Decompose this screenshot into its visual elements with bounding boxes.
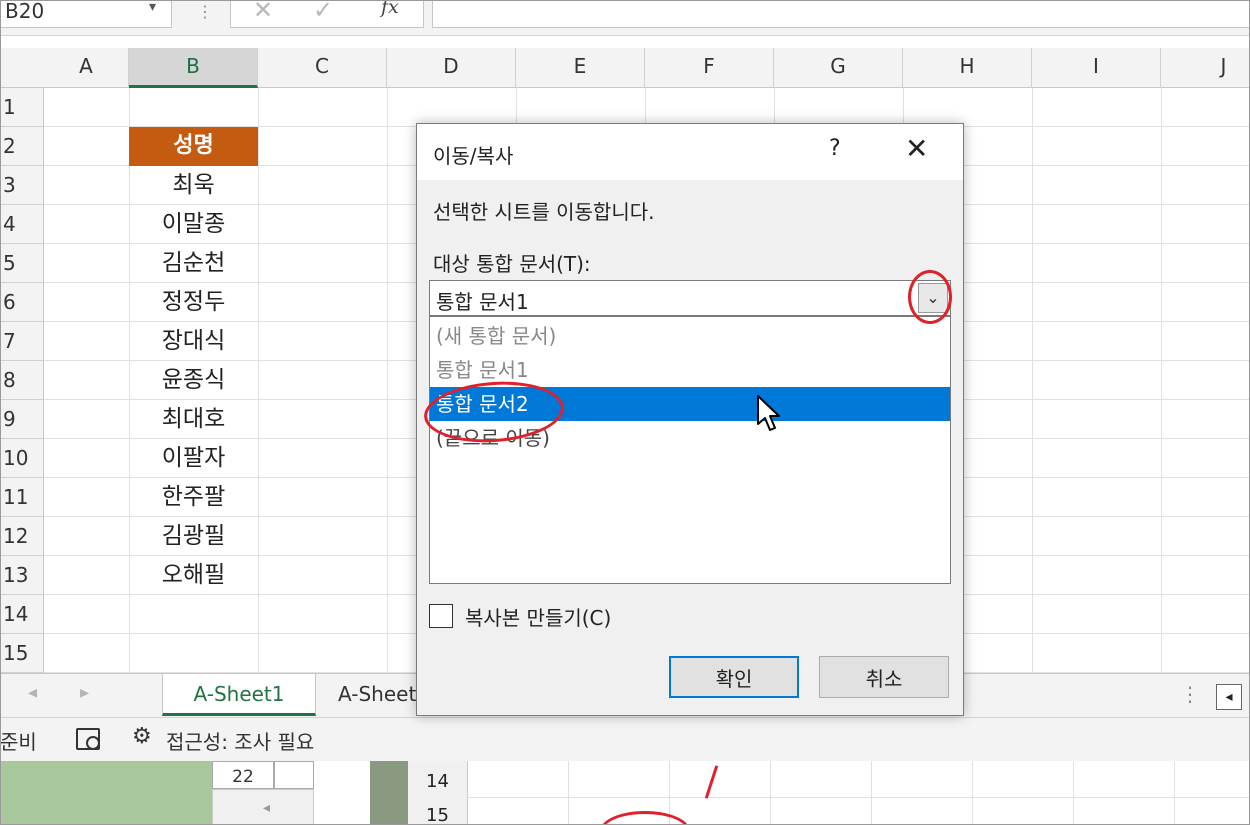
row-header-11[interactable]: 11 — [0, 478, 44, 517]
cancel-entry-icon[interactable]: ✕ — [253, 0, 273, 24]
row-header-13[interactable]: 13 — [0, 556, 44, 595]
formula-input[interactable] — [432, 0, 1250, 28]
target-workbook-value: 통합 문서1 — [436, 290, 529, 314]
background-row-headers: 14 15 — [408, 761, 468, 825]
background-row-14: 14 — [426, 771, 449, 792]
grid-line — [1032, 88, 1033, 673]
formula-bar: B20 ▾ ⋮ ✕ ✓ fx — [0, 0, 1250, 36]
row-header-6[interactable]: 6 — [0, 283, 44, 322]
sheet-nav-next-icon[interactable]: ▸ — [80, 682, 89, 703]
row-header-4[interactable]: 4 — [0, 205, 44, 244]
background-grid-line — [468, 797, 1250, 798]
background-green-area — [0, 761, 212, 825]
cell-b13[interactable]: 오해필 — [129, 556, 258, 595]
create-copy-label[interactable]: 복사본 만들기(C) — [465, 602, 611, 631]
row-header-5[interactable]: 5 — [0, 244, 44, 283]
row-header-15[interactable]: 15 — [0, 634, 44, 673]
annotation-circle-dropdown — [908, 270, 952, 324]
macro-recording-icon[interactable] — [76, 728, 100, 750]
ok-button[interactable]: 확인 — [669, 656, 799, 698]
row-header-7[interactable]: 7 — [0, 322, 44, 361]
cell-b4[interactable]: 이말종 — [129, 205, 258, 244]
column-header-i[interactable]: I — [1032, 48, 1161, 88]
cell-b5[interactable]: 김순천 — [129, 244, 258, 283]
row-header-14[interactable]: 14 — [0, 595, 44, 634]
row-header-10[interactable]: 10 — [0, 439, 44, 478]
cell-b12[interactable]: 김광필 — [129, 517, 258, 556]
row-header-3[interactable]: 3 — [0, 166, 44, 205]
name-box-dropdown-icon[interactable]: ▾ — [149, 0, 156, 14]
column-header-h[interactable]: H — [903, 48, 1032, 88]
column-header-g[interactable]: G — [774, 48, 903, 88]
background-cell-empty — [274, 761, 314, 789]
grid-line — [387, 88, 388, 673]
column-header-f[interactable]: F — [645, 48, 774, 88]
grid-line — [258, 88, 259, 673]
name-box[interactable]: B20 ▾ — [0, 0, 172, 28]
column-header-d[interactable]: D — [387, 48, 516, 88]
cell-b8[interactable]: 윤종식 — [129, 361, 258, 400]
row-header-12[interactable]: 12 — [0, 517, 44, 556]
column-header-e[interactable]: E — [516, 48, 645, 88]
confirm-entry-icon[interactable]: ✓ — [313, 0, 333, 24]
close-icon[interactable]: ✕ — [905, 132, 928, 165]
accessibility-status[interactable]: 접근성: 조사 필요 — [166, 726, 314, 755]
status-bar: 준비 ⚙ 접근성: 조사 필요 — [0, 717, 1250, 761]
dialog-titlebar[interactable]: 이동/복사 ? ✕ — [417, 124, 963, 180]
create-copy-checkbox[interactable] — [429, 604, 453, 628]
formula-bar-buttons: ✕ ✓ fx — [230, 0, 424, 28]
dialog-title: 이동/복사 — [433, 144, 514, 168]
background-window: 22 ◂ 14 15 — [0, 761, 1250, 825]
cancel-button[interactable]: 취소 — [819, 656, 949, 698]
column-header-a[interactable]: A — [44, 48, 129, 88]
target-workbook-select[interactable]: 통합 문서1 ⌄ — [429, 280, 951, 316]
list-item-new-workbook[interactable]: (새 통합 문서) — [430, 319, 950, 353]
cell-b2-header[interactable]: 성명 — [129, 127, 258, 166]
background-row-15: 15 — [426, 805, 449, 825]
cell-b10[interactable]: 이팔자 — [129, 439, 258, 478]
dialog-description: 선택한 시트를 이동합니다. — [433, 200, 655, 224]
row-header-8[interactable]: 8 — [0, 361, 44, 400]
row-header-1[interactable]: 1 — [0, 88, 44, 127]
insert-function-icon[interactable]: fx — [381, 0, 399, 18]
column-header-b[interactable]: B — [129, 48, 258, 88]
name-box-value: B20 — [5, 0, 45, 23]
background-dark-strip — [370, 761, 408, 825]
sheet-tab-a-sheet1[interactable]: A-Sheet1 — [162, 674, 316, 716]
row-header-9[interactable]: 9 — [0, 400, 44, 439]
column-header-c[interactable]: C — [258, 48, 387, 88]
column-header-j[interactable]: J — [1161, 48, 1250, 88]
cell-b3[interactable]: 최욱 — [129, 166, 258, 205]
row-header-2[interactable]: 2 — [0, 127, 44, 166]
cell-b7[interactable]: 장대식 — [129, 322, 258, 361]
background-grid — [468, 761, 1250, 825]
cell-b9[interactable]: 최대호 — [129, 400, 258, 439]
scroll-left-icon[interactable]: ◂ — [1216, 684, 1242, 710]
target-workbook-list[interactable]: (새 통합 문서) 통합 문서1 통합 문서2 (끝으로 이동) — [429, 316, 951, 584]
tab-split-grip-icon[interactable]: ⋮ — [1180, 682, 1200, 706]
grid-line — [1161, 88, 1162, 673]
status-ready: 준비 — [0, 730, 37, 754]
formula-bar-grip-icon[interactable]: ⋮ — [197, 2, 213, 21]
target-workbook-label: 대상 통합 문서(T): — [433, 252, 591, 276]
cell-b11[interactable]: 한주팔 — [129, 478, 258, 517]
help-icon[interactable]: ? — [829, 136, 841, 161]
mouse-pointer-icon — [757, 395, 780, 431]
background-cell: 22 — [212, 761, 274, 789]
accessibility-icon[interactable]: ⚙ — [132, 724, 152, 749]
sheet-nav-prev-icon[interactable]: ◂ — [28, 682, 37, 703]
column-header-row: A B C D E F G H I J — [0, 48, 1250, 88]
background-scroll-left-icon: ◂ — [212, 789, 314, 825]
cell-b6[interactable]: 정정두 — [129, 283, 258, 322]
